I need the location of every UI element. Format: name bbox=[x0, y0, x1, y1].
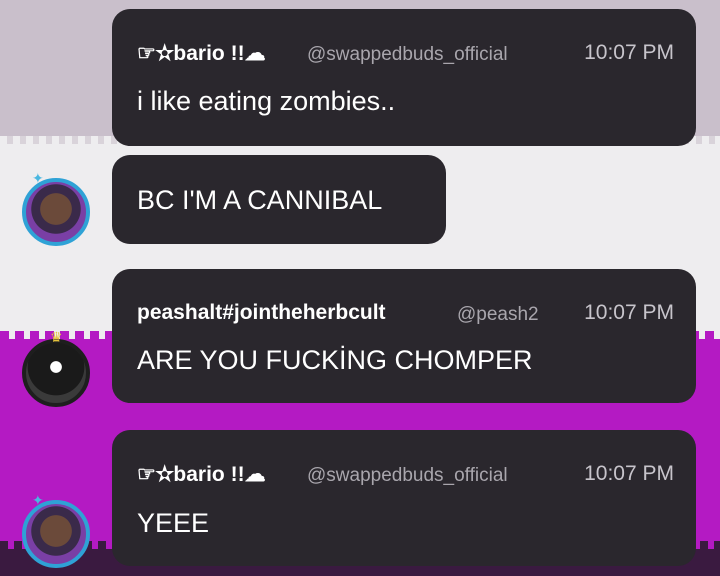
message-header: ☞✫bario !!☁ @swappedbuds_official 10:07 … bbox=[137, 41, 674, 69]
message-header: ☞✫bario !!☁ @swappedbuds_official 10:07 … bbox=[137, 462, 674, 490]
message-bubble[interactable]: ☞✫bario !!☁ @swappedbuds_official 10:07 … bbox=[112, 9, 696, 146]
message-bubble[interactable]: BC I'M A CANNIBAL bbox=[112, 155, 446, 244]
author-name[interactable]: peashalt#jointheherbcult bbox=[137, 301, 386, 325]
author-handle[interactable]: @peash2 bbox=[457, 304, 553, 326]
message-timestamp: 10:07 PM bbox=[584, 462, 674, 485]
author-handle[interactable]: @swappedbuds_official bbox=[307, 465, 549, 487]
bario-avatar-icon[interactable]: ✦ bbox=[22, 494, 90, 568]
author-name[interactable]: ☞✫bario !!☁ bbox=[137, 41, 266, 66]
crown-decoration-icon: ♛ bbox=[50, 330, 63, 346]
author-name[interactable]: ☞✫bario !!☁ bbox=[137, 462, 266, 487]
author-handle[interactable]: @swappedbuds_official bbox=[307, 44, 549, 66]
message-text: i like eating zombies.. bbox=[137, 86, 396, 116]
crown-decoration-icon: ✦ bbox=[32, 493, 44, 509]
message-text: YEEE bbox=[137, 508, 210, 538]
message-bubble[interactable]: peashalt#jointheherbcult @peash2 10:07 P… bbox=[112, 269, 696, 403]
message-text: ARE YOU FUCKİNG CHOMPER bbox=[137, 345, 533, 375]
message-text: BC I'M A CANNIBAL bbox=[137, 185, 383, 215]
message-timestamp: 10:07 PM bbox=[584, 41, 674, 64]
bario-avatar-icon[interactable]: ✦ bbox=[22, 172, 90, 246]
message-bubble[interactable]: ☞✫bario !!☁ @swappedbuds_official 10:07 … bbox=[112, 430, 696, 566]
message-timestamp: 10:07 PM bbox=[584, 301, 674, 324]
peashalt-avatar-icon[interactable]: ♛ bbox=[22, 331, 90, 407]
crown-decoration-icon: ✦ bbox=[32, 171, 44, 187]
message-header: peashalt#jointheherbcult @peash2 10:07 P… bbox=[137, 301, 674, 329]
